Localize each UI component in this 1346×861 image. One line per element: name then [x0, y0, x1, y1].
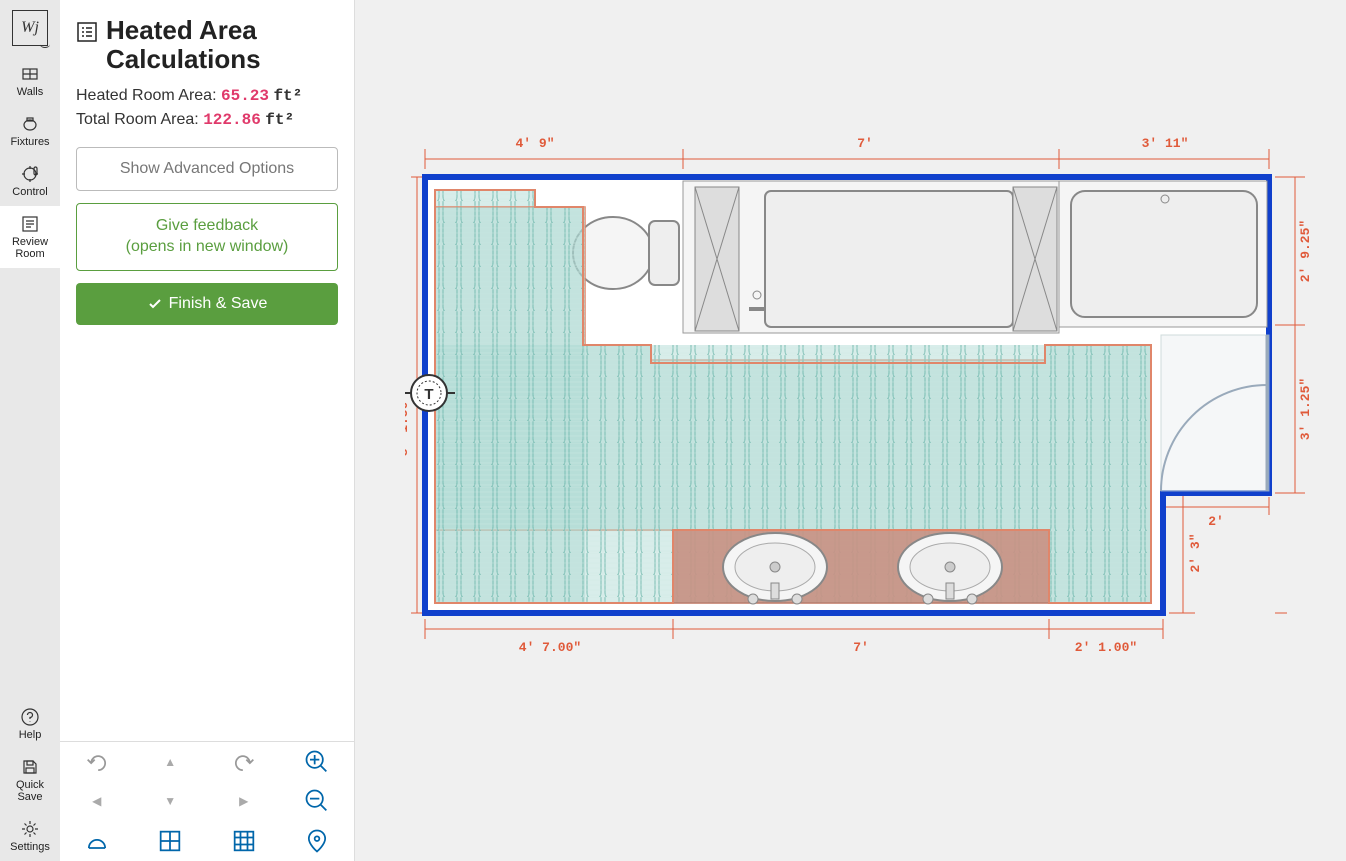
feedback-line1: Give feedback — [89, 216, 325, 237]
nav-label: Help — [19, 729, 42, 741]
page-title-text: Heated Area Calculations — [106, 16, 338, 73]
dim-top-1: 7' — [857, 136, 873, 151]
total-unit: ft² — [265, 111, 294, 129]
heated-label: Heated Room Area: — [76, 87, 217, 104]
fine-grid-button[interactable] — [230, 827, 258, 855]
door-swing — [1161, 335, 1269, 491]
calculations-icon — [76, 20, 98, 42]
page-title: Heated Area Calculations — [76, 16, 338, 73]
dim-right-3: 2' — [1208, 514, 1224, 529]
down-arrow-icon: ▼ — [164, 794, 176, 808]
finish-save-button[interactable]: Finish & Save — [76, 283, 338, 325]
show-advanced-button[interactable]: Show Advanced Options — [76, 147, 338, 191]
down-arrow-button[interactable]: ▼ — [156, 787, 184, 815]
feedback-line2: (opens in new window) — [89, 237, 325, 258]
give-feedback-button[interactable]: Give feedback (opens in new window) — [76, 203, 338, 271]
nav-settings[interactable]: Settings — [0, 811, 60, 861]
review-icon — [20, 214, 40, 234]
finish-label: Finish & Save — [169, 295, 268, 313]
check-icon — [147, 296, 163, 312]
control-icon — [20, 164, 40, 184]
dim-bottom-2: 2' 1.00" — [1075, 640, 1137, 655]
dim-left: 8' 1.50" — [405, 394, 411, 456]
settings-icon — [20, 819, 40, 839]
nav-quick-save[interactable]: Quick Save — [0, 749, 60, 811]
zoom-in-button[interactable] — [303, 748, 331, 776]
nav-label: Settings — [10, 841, 50, 853]
right-arrow-button[interactable]: ▶ — [230, 787, 258, 815]
dim-bottom-1: 7' — [853, 640, 869, 655]
dim-top-0: 4' 9" — [515, 136, 554, 151]
nav-walls[interactable]: Walls — [0, 56, 60, 106]
shower-pan — [765, 191, 1013, 327]
grid-button[interactable] — [156, 827, 184, 855]
total-label: Total Room Area: — [76, 111, 199, 128]
dim-top-2: 3' 11" — [1142, 136, 1189, 151]
fixtures-icon — [20, 114, 40, 134]
walls-icon — [20, 64, 40, 84]
entrance-button[interactable] — [83, 827, 111, 855]
redo-button[interactable] — [230, 748, 258, 776]
nav-label: Quick Save — [4, 779, 56, 803]
toilet — [573, 217, 679, 289]
left-arrow-icon: ◀ — [92, 794, 101, 808]
dim-right-1: 3' 1.25" — [1298, 378, 1313, 440]
location-button[interactable] — [303, 827, 331, 855]
nav-label: Walls — [17, 86, 43, 98]
dim-right-2: 2' 3" — [1188, 533, 1203, 572]
nav-review-room[interactable]: Review Room — [0, 206, 60, 268]
zoom-out-button[interactable] — [303, 787, 331, 815]
left-arrow-button[interactable]: ◀ — [83, 787, 111, 815]
right-arrow-icon: ▶ — [239, 794, 248, 808]
nav-rail: Wj Walls Fixtures Control Review Room He… — [0, 0, 60, 861]
save-icon — [20, 757, 40, 777]
nav-label: Fixtures — [10, 136, 49, 148]
canvas-toolbar: ▲ ◀ ▼ ▶ — [60, 741, 354, 861]
sidebar-panel: Heated Area Calculations Heated Room Are… — [60, 0, 355, 861]
nav-label: Control — [12, 186, 47, 198]
total-value: 122.86 — [203, 111, 261, 129]
svg-text:T: T — [424, 386, 433, 403]
total-area-row: Total Room Area: 122.86 ft² — [76, 111, 338, 129]
undo-button[interactable] — [83, 748, 111, 776]
help-icon — [20, 707, 40, 727]
floor-plan: 4' 9" 7' 3' 11" 8' 1.50" 2' 9.25" 3' 1.2… — [405, 135, 1325, 675]
heated-area-row: Heated Room Area: 65.23 ft² — [76, 87, 338, 105]
dim-bottom-0: 4' 7.00" — [519, 640, 581, 655]
up-arrow-button[interactable]: ▲ — [156, 748, 184, 776]
nav-label: Review Room — [4, 236, 56, 260]
dim-right-0: 2' 9.25" — [1298, 220, 1313, 282]
bathtub — [1071, 191, 1257, 317]
nav-fixtures[interactable]: Fixtures — [0, 106, 60, 156]
nav-help[interactable]: Help — [0, 699, 60, 749]
up-arrow-icon: ▲ — [164, 755, 176, 769]
heated-unit: ft² — [273, 87, 302, 105]
logo: Wj — [12, 10, 48, 46]
heated-value: 65.23 — [221, 87, 269, 105]
nav-control[interactable]: Control — [0, 156, 60, 206]
floor-plan-canvas[interactable]: 4' 9" 7' 3' 11" 8' 1.50" 2' 9.25" 3' 1.2… — [355, 0, 1346, 861]
